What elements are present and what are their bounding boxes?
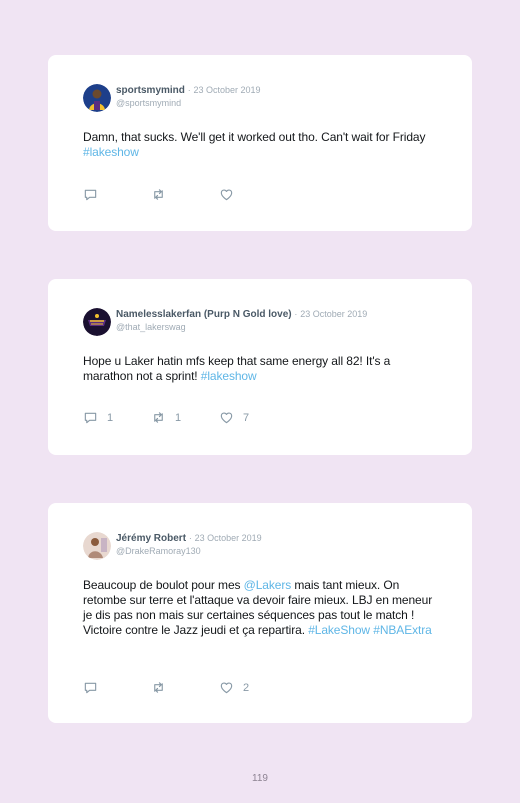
separator-dot: · (187, 85, 191, 95)
hashtag-link[interactable]: #lakeshow (201, 369, 257, 383)
separator-dot: · (188, 533, 192, 543)
reply-button[interactable]: 1 (83, 410, 151, 425)
tweet-actions: 1 1 7 (83, 410, 287, 425)
author-name[interactable]: Jérémy Robert (116, 533, 186, 544)
like-button[interactable]: 7 (219, 410, 287, 425)
reply-button[interactable] (83, 187, 151, 202)
author-handle[interactable]: @sportsmymind (116, 97, 261, 109)
tweet-actions: 2 (83, 680, 287, 695)
hashtag-link[interactable]: #lakeshow (83, 145, 139, 159)
mention-link[interactable]: @Lakers (244, 578, 292, 592)
avatar[interactable] (83, 532, 111, 560)
tweet-header: sportsmymind · 23 October 2019 @sportsmy… (83, 84, 437, 114)
retweet-button[interactable] (151, 680, 219, 695)
author-handle[interactable]: @that_lakerswag (116, 321, 367, 333)
tweet-card: sportsmymind · 23 October 2019 @sportsmy… (48, 55, 472, 231)
tweet-date[interactable]: 23 October 2019 (195, 533, 262, 543)
avatar[interactable] (83, 308, 111, 336)
like-count: 7 (243, 411, 250, 424)
heart-icon (220, 412, 233, 424)
author-name[interactable]: sportsmymind (116, 85, 185, 96)
reply-icon (84, 189, 97, 201)
reply-icon (84, 412, 97, 424)
retweet-icon (154, 682, 163, 693)
heart-icon (220, 682, 233, 694)
heart-icon (220, 189, 233, 201)
retweet-button[interactable] (151, 187, 219, 202)
retweet-count: 1 (175, 411, 182, 424)
tweet-header: Namelesslakerfan (Purp N Gold love) · 23… (83, 308, 437, 338)
tweet-meta: Jérémy Robert · 23 October 2019 @DrakeRa… (116, 532, 262, 557)
tweet-card: Jérémy Robert · 23 October 2019 @DrakeRa… (48, 503, 472, 723)
retweet-button[interactable]: 1 (151, 410, 219, 425)
page-number: 119 (252, 773, 268, 784)
tweet-text-segment: Damn, that sucks. We'll get it worked ou… (83, 130, 426, 144)
reply-button[interactable] (83, 680, 151, 695)
avatar[interactable] (83, 84, 111, 112)
retweet-icon (154, 412, 163, 423)
like-count: 2 (243, 681, 250, 694)
tweet-text: Beaucoup de boulot pour mes @Lakers mais… (83, 578, 437, 638)
tweet-text: Hope u Laker hatin mfs keep that same en… (83, 354, 437, 384)
separator-dot: · (294, 309, 298, 319)
tweet-meta: sportsmymind · 23 October 2019 @sportsmy… (116, 84, 261, 109)
reply-icon (84, 682, 97, 694)
tweet-actions (83, 187, 287, 202)
tweet-header: Jérémy Robert · 23 October 2019 @DrakeRa… (83, 532, 437, 562)
like-button[interactable] (219, 187, 287, 202)
reply-count: 1 (107, 411, 114, 424)
tweet-text-segment: Beaucoup de boulot pour mes (83, 578, 244, 592)
tweet-date[interactable]: 23 October 2019 (193, 85, 260, 95)
tweet-text: Damn, that sucks. We'll get it worked ou… (83, 130, 437, 160)
tweet-card: Namelesslakerfan (Purp N Gold love) · 23… (48, 279, 472, 455)
like-button[interactable]: 2 (219, 680, 287, 695)
author-handle[interactable]: @DrakeRamoray130 (116, 545, 262, 557)
tweet-meta: Namelesslakerfan (Purp N Gold love) · 23… (116, 308, 367, 333)
retweet-icon (154, 189, 163, 200)
author-name[interactable]: Namelesslakerfan (Purp N Gold love) (116, 309, 292, 320)
tweet-date[interactable]: 23 October 2019 (300, 309, 367, 319)
hashtag-link[interactable]: #LakeShow (308, 623, 370, 637)
hashtag-link[interactable]: #NBAExtra (373, 623, 432, 637)
